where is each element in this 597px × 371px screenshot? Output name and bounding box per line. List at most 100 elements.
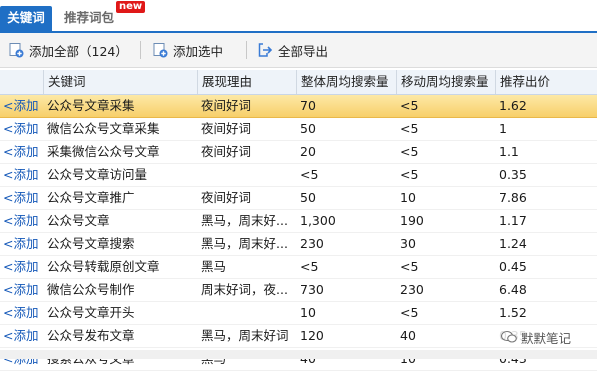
mobile-searches-cell: <5: [400, 259, 419, 274]
reason-cell: 黑马，周末好词: [201, 328, 289, 343]
toolbar-divider: [140, 41, 141, 59]
table-row[interactable]: <添加 公众号文章搜索 黑马，周末好... 230 30 1.24: [0, 233, 597, 256]
bid-cell: 1.17: [499, 213, 527, 228]
mobile-searches-cell: <5: [400, 305, 419, 320]
table-row[interactable]: <添加 公众号文章访问量 <5 <5 0.35: [0, 164, 597, 187]
table-row[interactable]: <添加 公众号转载原创文章 黑马 <5 <5 0.45: [0, 256, 597, 279]
bid-cell: 6.48: [499, 282, 527, 297]
add-link[interactable]: <添加: [3, 187, 45, 209]
table-row[interactable]: <添加 公众号文章 黑马，周末好... 1,300 190 1.17: [0, 210, 597, 233]
total-searches-cell: <5: [300, 259, 319, 274]
reason-cell: 黑马，周末好...: [201, 236, 288, 251]
total-searches-cell: 20: [300, 144, 316, 159]
bid-cell: 1.52: [499, 305, 527, 320]
total-searches-cell: 120: [300, 328, 324, 343]
mobile-searches-cell: 190: [400, 213, 424, 228]
reason-cell: 夜间好词: [201, 121, 252, 136]
wechat-icon: [501, 330, 517, 343]
export-all-label: 全部导出: [278, 43, 329, 59]
add-link[interactable]: <添加: [3, 233, 45, 255]
add-link[interactable]: <添加: [3, 164, 45, 186]
horizontal-scrollbar[interactable]: [0, 350, 597, 359]
bid-cell: 1: [499, 121, 507, 136]
add-link[interactable]: <添加: [3, 325, 45, 347]
export-all-button[interactable]: 全部导出: [257, 33, 328, 67]
reason-cell: 黑马，周末好...: [201, 213, 288, 228]
new-badge: new: [116, 1, 146, 13]
add-link[interactable]: <添加: [3, 210, 45, 232]
column-header-mobile-searches[interactable]: 移动周均搜索量: [396, 70, 495, 94]
total-searches-cell: 230: [300, 236, 324, 251]
table-header: 关键词 展现理由 整体周均搜索量 移动周均搜索量 推荐出价: [0, 70, 597, 95]
keyword-cell: 公众号文章采集: [47, 98, 135, 113]
total-searches-cell: 50: [300, 121, 316, 136]
mobile-searches-cell: <5: [400, 98, 419, 113]
column-header-total-searches[interactable]: 整体周均搜索量: [296, 70, 396, 94]
keyword-cell: 公众号发布文章: [47, 328, 135, 343]
add-link[interactable]: <添加: [3, 141, 45, 163]
toolbar-divider: [246, 41, 247, 59]
reason-cell: 夜间好词: [201, 144, 252, 159]
table-row[interactable]: <添加 微信公众号制作 周末好词，夜... 730 230 6.48: [0, 279, 597, 302]
add-all-button[interactable]: 添加全部（124）: [8, 33, 128, 67]
column-header-reason[interactable]: 展现理由: [197, 70, 296, 94]
add-all-label: 添加全部（124）: [29, 43, 128, 59]
mobile-searches-cell: <5: [400, 167, 419, 182]
total-searches-cell: 70: [300, 98, 316, 113]
table-row[interactable]: <添加 微信公众号文章采集 夜间好词 50 <5 1: [0, 118, 597, 141]
keyword-cell: 公众号文章搜索: [47, 236, 135, 251]
total-searches-cell: 10: [300, 305, 316, 320]
bid-cell: 7.86: [499, 190, 527, 205]
mobile-searches-cell: <5: [400, 144, 419, 159]
table-row[interactable]: <添加 公众号文章开头 10 <5 1.52: [0, 302, 597, 325]
toolbar: 添加全部（124） 添加选中 全部导出: [0, 33, 597, 68]
bid-cell: 0.45: [499, 259, 527, 274]
export-icon: [258, 43, 273, 57]
reason-cell: [201, 302, 295, 324]
bid-cell: 1.62: [499, 98, 527, 113]
mobile-searches-cell: 230: [400, 282, 424, 297]
bid-cell: 1.1: [499, 144, 519, 159]
keyword-cell: 微信公众号文章采集: [47, 121, 160, 136]
mobile-searches-cell: <5: [400, 121, 419, 136]
column-header-action: [0, 70, 43, 94]
watermark-text: 默默笔记: [521, 330, 572, 346]
add-doc-icon: [9, 43, 24, 58]
total-searches-cell: 730: [300, 282, 324, 297]
total-searches-cell: 50: [300, 190, 316, 205]
mobile-searches-cell: 30: [400, 236, 416, 251]
tab-bar: 关键词 推荐词包 new: [0, 0, 597, 33]
add-link[interactable]: <添加: [3, 95, 45, 117]
add-doc-icon: [153, 43, 168, 58]
total-searches-cell: <5: [300, 167, 319, 182]
add-selected-button[interactable]: 添加选中: [152, 33, 223, 67]
table-row[interactable]: <添加 公众号文章推广 夜间好词 50 10 7.86: [0, 187, 597, 210]
reason-cell: 黑马: [201, 259, 227, 274]
table-row[interactable]: <添加 采集微信公众号文章 夜间好词 20 <5 1.1: [0, 141, 597, 164]
keyword-cell: 公众号文章访问量: [47, 167, 148, 182]
keyword-cell: 公众号文章开头: [47, 305, 135, 320]
add-selected-label: 添加选中: [173, 43, 224, 59]
reason-cell: 夜间好词: [201, 190, 252, 205]
column-header-keyword[interactable]: 关键词: [43, 70, 197, 94]
reason-cell: [201, 164, 295, 186]
add-link[interactable]: <添加: [3, 118, 45, 140]
total-searches-cell: 1,300: [300, 213, 336, 228]
watermark: 默默笔记: [497, 327, 576, 347]
bid-cell: 1.24: [499, 236, 527, 251]
keyword-cell: 公众号转载原创文章: [47, 259, 160, 274]
mobile-searches-cell: 40: [400, 328, 416, 343]
add-link[interactable]: <添加: [3, 302, 45, 324]
reason-cell: 周末好词，夜...: [201, 282, 288, 297]
keyword-cell: 公众号文章推广: [47, 190, 135, 205]
keyword-cell: 公众号文章: [47, 213, 110, 228]
keyword-cell: 微信公众号制作: [47, 282, 135, 297]
column-header-bid[interactable]: 推荐出价: [495, 70, 597, 94]
mobile-searches-cell: 10: [400, 190, 416, 205]
tab-keywords[interactable]: 关键词: [0, 6, 52, 32]
add-link[interactable]: <添加: [3, 256, 45, 278]
table-row[interactable]: <添加 公众号文章采集 夜间好词 70 <5 1.62: [0, 95, 597, 118]
add-link[interactable]: <添加: [3, 279, 45, 301]
bid-cell: 0.35: [499, 167, 527, 182]
keyword-cell: 采集微信公众号文章: [47, 144, 160, 159]
